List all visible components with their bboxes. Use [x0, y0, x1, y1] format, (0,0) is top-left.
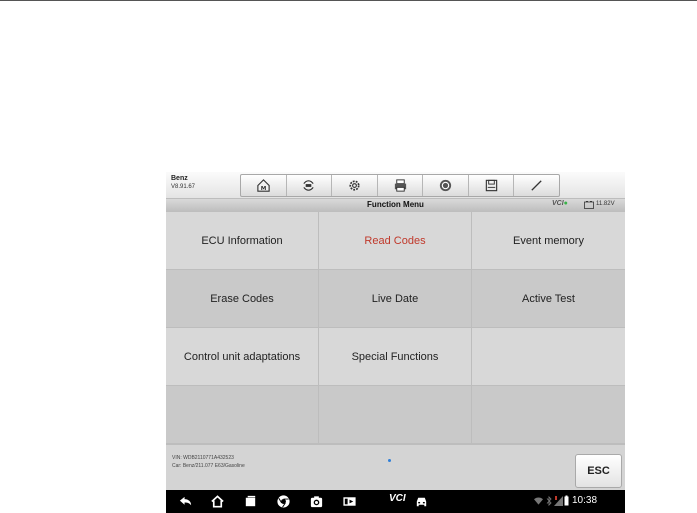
help-button[interactable]	[423, 175, 469, 196]
screen-record-button[interactable]	[342, 494, 357, 509]
menu-item-special-functions[interactable]: Special Functions	[319, 328, 472, 386]
menu-item-erase-codes[interactable]: Erase Codes	[166, 270, 319, 328]
car-info: Car: Benz/211.077 E63/Gasoline	[172, 463, 245, 469]
top-toolbar: Benz V8.91.67 M	[166, 172, 625, 199]
function-menu-grid: ECU Information Read Codes Event memory …	[166, 212, 625, 444]
menu-item-empty	[472, 386, 625, 444]
settings-icon	[349, 180, 360, 191]
print-icon	[394, 179, 406, 192]
recent-apps-button[interactable]	[243, 494, 258, 509]
menu-item-active-test[interactable]: Active Test	[472, 270, 625, 328]
system-nav-bar: VCI 10:38	[166, 490, 625, 513]
menu-item-read-codes[interactable]: Read Codes	[319, 212, 472, 270]
vin-info: VIN: WDB2110771A432523	[172, 455, 234, 461]
esc-button[interactable]: ESC	[575, 454, 622, 488]
home-button[interactable]: M	[241, 175, 287, 196]
scan-tool-screen: Benz V8.91.67 M Function Menu VCI● 11.82…	[166, 172, 625, 513]
page-indicator	[388, 459, 391, 462]
vci-label: VCI	[552, 200, 564, 207]
footer-bar: VIN: WDB2110771A432523 Car: Benz/211.077…	[166, 444, 625, 491]
print-button[interactable]	[378, 175, 424, 196]
vehicle-swap-button[interactable]	[287, 175, 333, 196]
camera-icon	[310, 496, 323, 508]
chrome-button[interactable]	[276, 494, 291, 509]
menu-item-empty	[472, 328, 625, 386]
top-divider	[0, 0, 697, 1]
edit-icon	[531, 180, 542, 191]
menu-item-empty	[319, 386, 472, 444]
vehicle-swap-icon	[303, 180, 314, 191]
save-button[interactable]	[469, 175, 515, 196]
car-icon	[416, 497, 427, 507]
wifi-icon	[534, 497, 543, 505]
menu-item-event-memory[interactable]: Event memory	[472, 212, 625, 270]
vehicle-name: Benz	[171, 175, 188, 182]
back-icon	[179, 496, 192, 506]
menu-item-control-unit-adaptations[interactable]: Control unit adaptations	[166, 328, 319, 386]
save-icon	[485, 179, 497, 192]
nav-home-button[interactable]	[210, 494, 225, 509]
vci-nav-label[interactable]: VCI	[389, 493, 406, 504]
camera-button[interactable]	[309, 494, 324, 509]
home-icon: M	[257, 179, 270, 192]
car-button[interactable]	[414, 494, 429, 509]
clock: 10:38	[572, 495, 598, 506]
edit-button[interactable]	[514, 175, 559, 196]
menu-item-live-date[interactable]: Live Date	[319, 270, 472, 328]
screen-record-icon	[343, 497, 356, 506]
software-version: V8.91.67	[171, 184, 196, 190]
toolbar-button-group: M	[240, 174, 560, 197]
home-icon	[211, 495, 224, 508]
menu-item-ecu-information[interactable]: ECU Information	[166, 212, 319, 270]
status-area: 10:38	[534, 495, 624, 508]
back-button[interactable]	[178, 494, 193, 509]
help-icon	[439, 179, 452, 192]
bluetooth-icon	[546, 496, 552, 506]
settings-button[interactable]	[332, 175, 378, 196]
recent-apps-icon	[245, 495, 256, 507]
chrome-icon	[277, 495, 290, 508]
signal-icon	[554, 496, 563, 506]
vci-status: VCI●	[552, 200, 568, 207]
svg-text:M: M	[260, 186, 266, 192]
battery-icon	[584, 201, 594, 209]
battery-status-icon	[564, 495, 569, 506]
vci-connected-icon: ●	[563, 200, 568, 207]
battery-voltage: 11.82V	[596, 201, 615, 207]
menu-item-empty	[166, 386, 319, 444]
title-bar: Function Menu VCI● 11.82V	[166, 199, 625, 212]
